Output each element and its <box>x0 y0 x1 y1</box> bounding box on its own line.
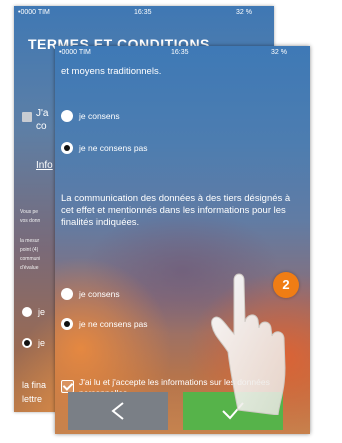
accept-checkbox[interactable] <box>22 112 32 122</box>
body-text-line: vos donn <box>20 218 41 224</box>
radio-label: je consens <box>79 289 120 299</box>
body-text-line: la fina <box>22 380 47 390</box>
body-text-line: d'évalue <box>20 265 39 271</box>
radio-no-consent-2[interactable] <box>61 318 73 330</box>
time-label: 16:35 <box>134 9 152 16</box>
checkbox-label-line2: co <box>36 121 47 132</box>
body-text-line: la mesur <box>20 238 40 244</box>
radio-consent-1[interactable] <box>61 110 73 122</box>
radio-label: je consens <box>79 111 120 121</box>
radio-no-consent-1[interactable] <box>61 142 73 154</box>
back-button[interactable] <box>68 392 168 430</box>
radio-consent[interactable] <box>22 307 32 317</box>
radio-consent-2[interactable] <box>61 288 73 300</box>
radio-label: je ne consens pas <box>79 143 148 153</box>
intro-text: et moyens traditionnels. <box>61 66 162 77</box>
radio-no-consent[interactable] <box>22 338 32 348</box>
pointing-hand-icon <box>211 273 286 415</box>
carrier-label: •0000 TIM <box>59 49 91 56</box>
body-text-line: Vous pe <box>20 209 39 215</box>
radio-label: je <box>38 307 46 317</box>
body-text-line: lettre <box>22 394 43 404</box>
radio-label: je <box>38 338 46 348</box>
body-text-line: point (4) <box>20 247 39 253</box>
checkbox-label: J'a <box>36 108 49 119</box>
consent-paragraph: La communication des données à des tiers… <box>61 193 291 228</box>
step-number-badge: 2 <box>273 272 299 298</box>
body-text-line: communi <box>20 256 41 262</box>
status-bar: •0000 TIM 16:35 32 % <box>14 9 274 19</box>
battery-label: 32 % <box>236 9 252 16</box>
time-label: 16:35 <box>171 49 189 56</box>
chevron-left-icon <box>111 402 124 420</box>
battery-label: 32 % <box>271 49 287 56</box>
radio-label: je ne consens pas <box>79 319 148 329</box>
info-link[interactable]: Info <box>36 160 53 171</box>
carrier-label: •0000 TIM <box>18 9 50 16</box>
status-bar: •0000 TIM 16:35 32 % <box>55 49 310 59</box>
